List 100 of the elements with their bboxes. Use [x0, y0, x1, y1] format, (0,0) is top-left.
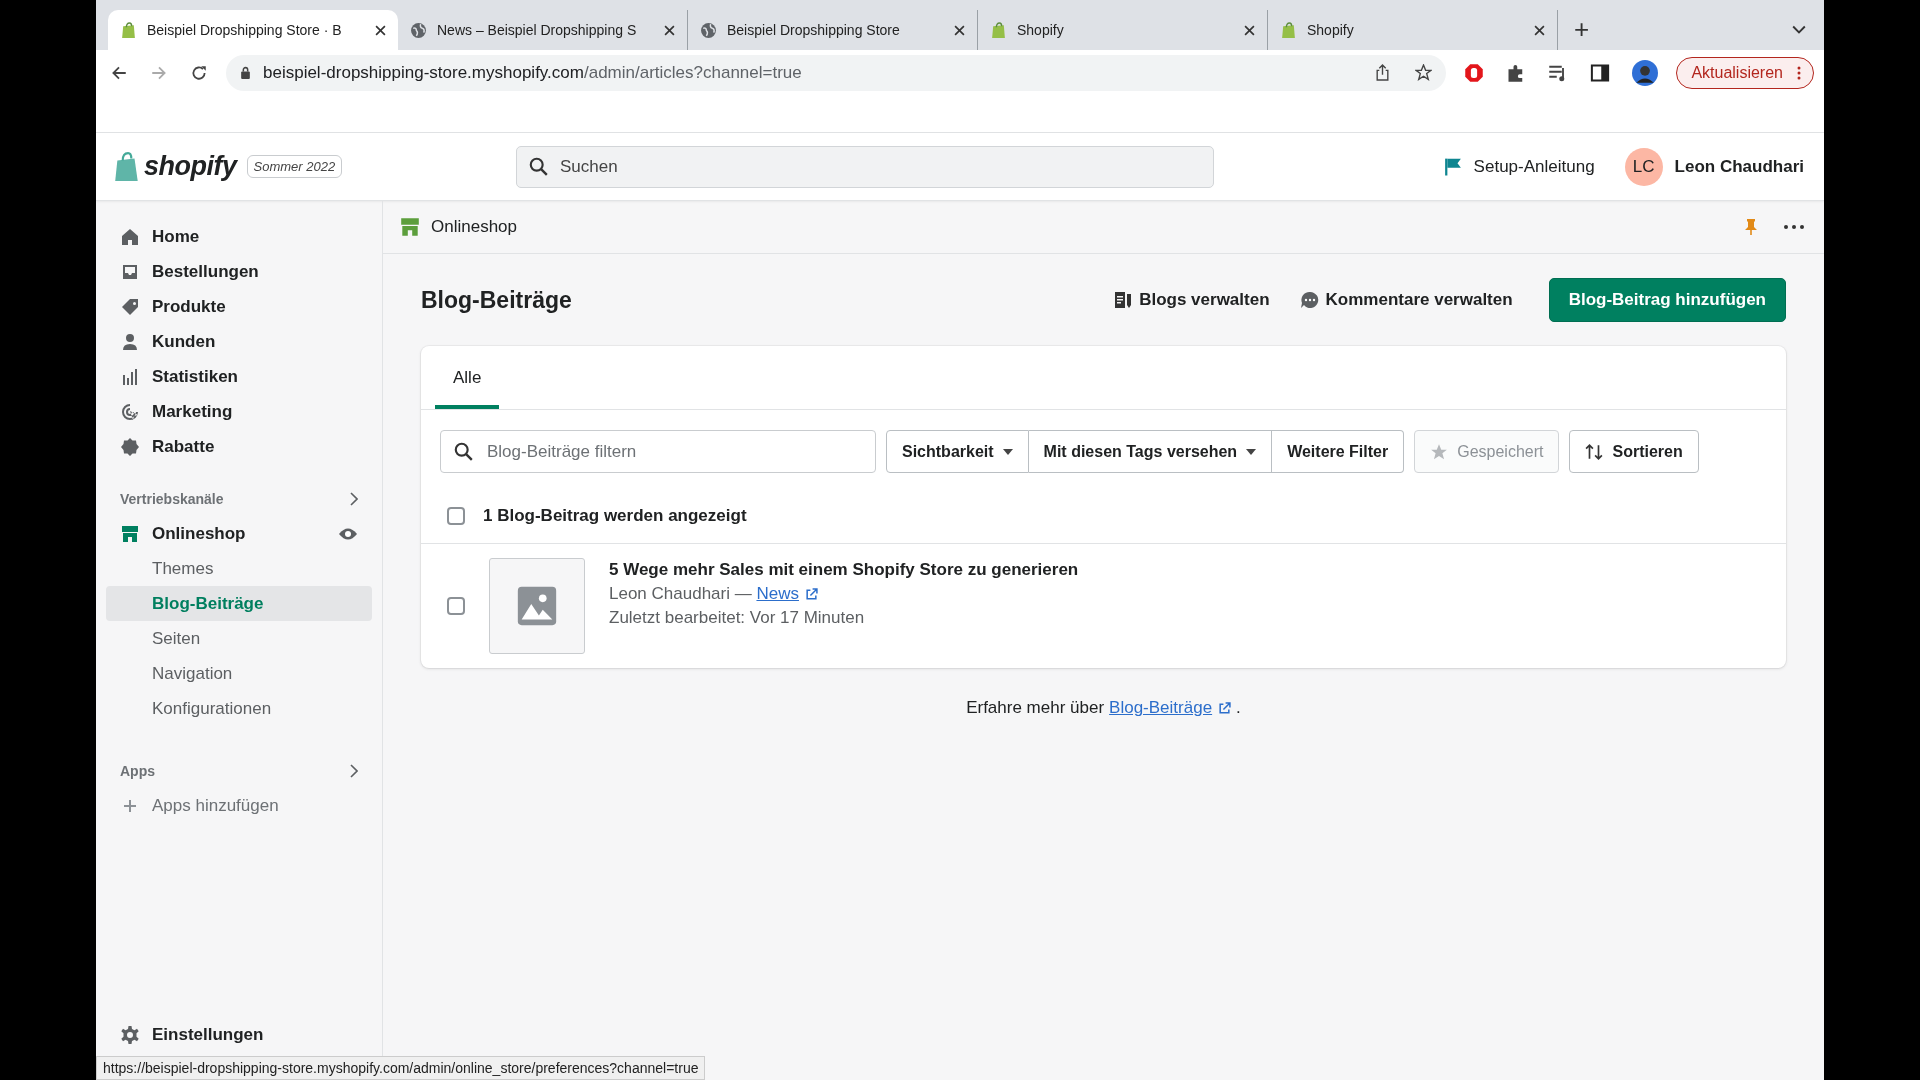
- more-icon[interactable]: [1784, 225, 1804, 229]
- document-icon: [1113, 290, 1134, 310]
- sidebar-item[interactable]: Rabatte: [106, 429, 372, 464]
- setup-guide-link[interactable]: Setup-Anleitung: [1443, 156, 1595, 177]
- search-field[interactable]: Suchen: [516, 145, 1214, 188]
- new-tab-button[interactable]: +: [1558, 10, 1606, 50]
- select-all-checkbox[interactable]: [447, 507, 465, 525]
- browser-tab[interactable]: Beispiel Dropshipping Store · B: [108, 10, 398, 50]
- target-icon: [120, 401, 140, 422]
- footer-text: Erfahre mehr über: [966, 698, 1105, 718]
- shopping-bag-icon: [120, 21, 137, 39]
- sidebar-item[interactable]: Bestellungen: [106, 254, 372, 289]
- update-button[interactable]: Aktualisieren: [1676, 56, 1814, 89]
- more-icon: [1797, 65, 1801, 80]
- flag-icon: [1443, 157, 1462, 176]
- store-icon: [120, 523, 140, 544]
- share-icon[interactable]: [1374, 64, 1392, 81]
- page-title: Blog-Beiträge: [421, 286, 573, 314]
- edition-label: Sommer 2022: [246, 155, 343, 178]
- globe-icon: [700, 21, 717, 39]
- sidebar-item[interactable]: Produkte: [106, 289, 372, 324]
- chevron-down-icon[interactable]: [1792, 25, 1806, 35]
- external-link-icon: [804, 587, 818, 601]
- shopping-bag-icon: [114, 151, 140, 182]
- sidebar-item[interactable]: Onlineshop: [152, 523, 246, 544]
- close-icon[interactable]: [375, 24, 386, 36]
- post-title[interactable]: 5 Wege mehr Sales mit einem Shopify Store zu generieren: [609, 560, 1079, 580]
- bars-icon: [120, 366, 140, 387]
- manage-blogs-button[interactable]: Blogs verwalten: [1107, 284, 1276, 316]
- tag-icon: [120, 296, 140, 317]
- sidebar-label: Produkte: [152, 296, 226, 317]
- sidebar-item[interactable]: Statistiken: [106, 359, 372, 394]
- filter-button[interactable]: Mit diesen Tags versehen: [1028, 430, 1273, 473]
- sidebar-subitem[interactable]: Navigation: [106, 656, 372, 691]
- tab-title: Beispiel Dropshipping Store: [727, 22, 901, 38]
- sidebar-label: Einstellungen: [152, 1024, 264, 1045]
- address-bar[interactable]: beispiel-dropshipping-store.myshopify.com/admin/articles?channel=true: [226, 54, 1447, 91]
- section-heading: Apps: [120, 763, 155, 779]
- user-avatar[interactable]: LC: [1624, 147, 1663, 186]
- sidebar-subitem[interactable]: Themes: [106, 551, 372, 586]
- side-panel-icon[interactable]: [1590, 62, 1611, 83]
- close-icon[interactable]: [664, 24, 675, 36]
- lock-icon: [240, 66, 251, 79]
- chevron-right-icon[interactable]: [350, 764, 358, 778]
- speech-bubble-icon: [1299, 290, 1320, 310]
- search-icon: [529, 156, 548, 176]
- status-url: https://beispiel-dropshipping-store.myshopify.com/admin/online_store/preferences?channel=true: [96, 1056, 706, 1080]
- learn-more-link[interactable]: Blog-Beiträge: [1109, 698, 1232, 718]
- external-link-icon: [1218, 701, 1232, 715]
- sidebar-label: Statistiken: [152, 366, 238, 387]
- blog-link[interactable]: News: [756, 584, 818, 604]
- person-icon: [120, 331, 140, 352]
- caret-icon: [1002, 448, 1013, 455]
- filter-tab[interactable]: Alle: [435, 346, 500, 409]
- tab-title: Shopify: [1017, 22, 1065, 38]
- add-apps-link[interactable]: Apps hinzufügen: [152, 795, 279, 816]
- sort-arrows-icon: [1585, 442, 1604, 461]
- post-count: 1 Blog-Beitrag werden angezeigt: [483, 506, 747, 526]
- search-icon: [454, 442, 473, 461]
- close-icon[interactable]: [1244, 24, 1255, 36]
- address-url: beispiel-dropshipping-store.myshopify.com/admin/articles?channel=true: [263, 62, 803, 83]
- section-heading: Vertriebskanäle: [120, 491, 224, 507]
- sidebar-subitem[interactable]: Seiten: [106, 621, 372, 656]
- filter-button[interactable]: Sichtbarkeit: [886, 430, 1029, 473]
- tab-title: Shopify: [1307, 22, 1355, 38]
- sidebar-label: Rabatte: [152, 436, 215, 457]
- sidebar-subitem[interactable]: Blog-Beiträge: [106, 586, 372, 621]
- stop-hand-icon[interactable]: [1464, 62, 1485, 83]
- settings-icon: [120, 1024, 140, 1045]
- reload-icon[interactable]: [190, 63, 208, 82]
- star-icon[interactable]: [1415, 64, 1433, 81]
- manage-comments-button[interactable]: Kommentare verwalten: [1293, 284, 1519, 316]
- filter-button[interactable]: Weitere Filter: [1272, 430, 1405, 473]
- chevron-right-icon[interactable]: [350, 492, 358, 506]
- sidebar-item[interactable]: Home: [106, 219, 372, 254]
- sidebar-label: Home: [152, 226, 200, 247]
- home-icon: [120, 226, 140, 247]
- profile-avatar-icon[interactable]: [1632, 59, 1659, 86]
- sidebar-label: Kunden: [152, 331, 216, 352]
- eye-icon[interactable]: [338, 526, 358, 541]
- sidebar-item[interactable]: Kunden: [106, 324, 372, 359]
- filter-button[interactable]: Sortieren: [1569, 430, 1699, 473]
- shopping-bag-icon: [1280, 21, 1297, 39]
- close-icon[interactable]: [1534, 24, 1545, 36]
- sidebar-label: Bestellungen: [152, 261, 259, 282]
- user-name[interactable]: Leon Chaudhari: [1674, 156, 1804, 177]
- shopping-bag-icon: [990, 21, 1007, 39]
- sidebar-subitem[interactable]: Konfigurationen: [106, 691, 372, 726]
- close-icon[interactable]: [954, 24, 965, 36]
- logo-wordmark: shopify: [144, 151, 237, 182]
- footer-text: .: [1236, 698, 1241, 718]
- sidebar-item[interactable]: Marketing: [106, 394, 372, 429]
- filter-field[interactable]: Blog-Beiträge filtern: [440, 430, 876, 473]
- post-edited: Zuletzt bearbeitet: Vor 17 Minuten: [609, 608, 866, 628]
- sidebar-item[interactable]: Einstellungen: [106, 1017, 372, 1052]
- channel-title: Onlineshop: [431, 217, 518, 237]
- post-author: Leon Chaudhari —: [609, 584, 752, 603]
- sidebar-label: Marketing: [152, 401, 233, 422]
- add-blog-post-button[interactable]: Blog-Beitrag hinzufügen: [1548, 278, 1786, 322]
- row-checkbox[interactable]: [447, 597, 465, 615]
